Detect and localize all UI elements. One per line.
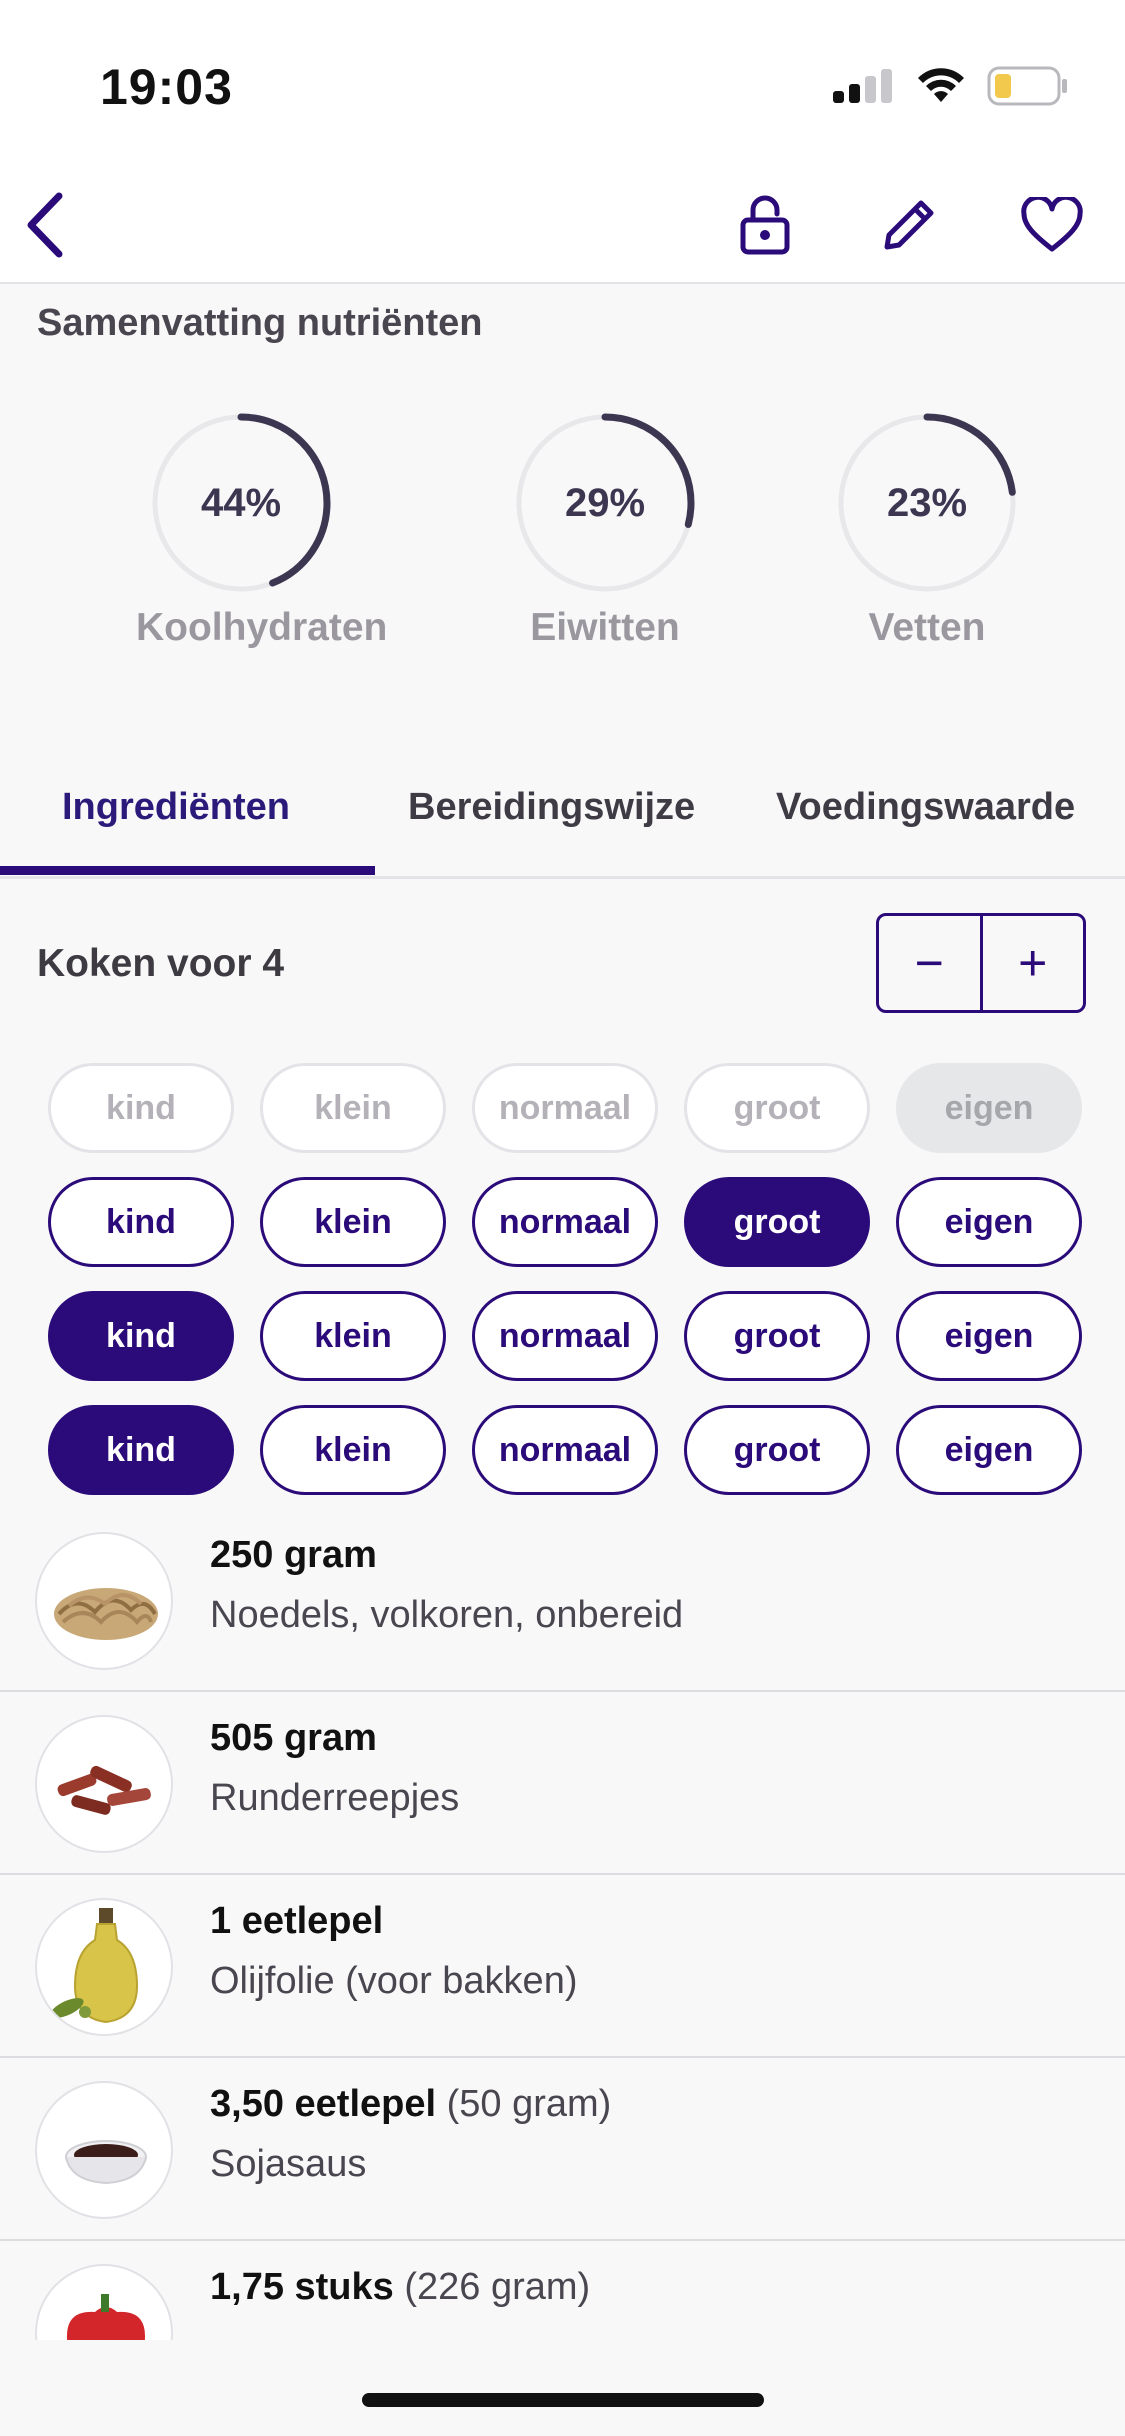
chevron-left-icon [23, 192, 67, 263]
ingredient-quantity: 3,50 eetlepel [210, 2083, 437, 2125]
ingredient-amount: 250 gram [210, 1534, 377, 1577]
ring-carbs-percent: 44% [200, 481, 282, 525]
ring-carbs: 44% Koolhydraten [136, 410, 388, 650]
noodles-image [35, 1532, 173, 1670]
portion-row-1: kind klein normaal groot eigen [48, 1063, 1082, 1153]
ingredient-name: Runderreepjes [210, 1777, 460, 1819]
heart-icon [1020, 194, 1084, 258]
ring-fat-percent: 23% [886, 481, 968, 525]
servings-stepper: − + [876, 913, 1086, 1013]
portion-option-groot[interactable]: groot [684, 1405, 870, 1495]
increase-servings-button[interactable]: + [979, 916, 1084, 1010]
portion-option-eigen[interactable]: eigen [896, 1405, 1082, 1495]
ingredient-amount: 1,75 stuks (226 gram) [210, 2266, 590, 2309]
portion-option-klein[interactable]: klein [260, 1405, 446, 1495]
servings-label: Koken voor 4 [37, 942, 285, 985]
ring-protein-label: Eiwitten [530, 606, 680, 649]
ingredient-name: Olijfolie (voor bakken) [210, 1960, 578, 2002]
ingredient-amount: 1 eetlepel [210, 1900, 383, 1943]
ingredient-row[interactable]: 1,75 stuks (226 gram) [0, 2240, 1125, 2340]
olive-oil-image [35, 1898, 173, 2036]
favorite-button[interactable] [1007, 182, 1097, 272]
portion-option-eigen[interactable]: eigen [896, 1063, 1082, 1153]
portion-option-normaal[interactable]: normaal [472, 1291, 658, 1381]
ring-protein: 29% Eiwitten [500, 410, 710, 650]
portion-option-normaal[interactable]: normaal [472, 1405, 658, 1495]
battery-icon [987, 66, 1069, 111]
portion-option-groot[interactable]: groot [684, 1063, 870, 1153]
pencil-icon [879, 195, 939, 260]
portion-row-3: kind klein normaal groot eigen [48, 1291, 1082, 1381]
status-time: 19:03 [100, 59, 233, 115]
lock-button[interactable] [720, 182, 810, 272]
portion-option-kind[interactable]: kind [48, 1291, 234, 1381]
ingredient-name: Noedels, volkoren, onbereid [210, 1594, 684, 1636]
tab-preparation[interactable]: Bereidingswijze [408, 786, 695, 829]
portion-option-normaal[interactable]: normaal [472, 1177, 658, 1267]
status-bar: 19:03 [0, 0, 1125, 170]
beef-strips-image [35, 1715, 173, 1853]
ingredient-name: Sojasaus [210, 2143, 367, 2185]
tab-ingredients[interactable]: Ingrediënten [62, 786, 290, 829]
portion-option-klein[interactable]: klein [260, 1177, 446, 1267]
ingredient-row[interactable]: 505 gram Runderreepjes [0, 1691, 1125, 1875]
back-button[interactable] [0, 182, 90, 272]
portion-option-kind[interactable]: kind [48, 1405, 234, 1495]
ring-protein-percent: 29% [564, 481, 646, 525]
portion-option-eigen[interactable]: eigen [896, 1177, 1082, 1267]
ingredient-quantity: 250 gram [210, 1534, 377, 1576]
ingredient-amount: 505 gram [210, 1717, 377, 1760]
lock-icon [739, 194, 791, 261]
ingredient-row[interactable]: 1 eetlepel Olijfolie (voor bakken) [0, 1874, 1125, 2058]
status-icons [833, 66, 1069, 111]
red-pepper-image [35, 2264, 173, 2340]
portion-option-groot[interactable]: groot [684, 1291, 870, 1381]
active-tab-indicator [0, 866, 375, 875]
ingredient-weight: (226 gram) [404, 2266, 591, 2308]
portion-option-eigen[interactable]: eigen [896, 1291, 1082, 1381]
portion-option-klein[interactable]: klein [260, 1291, 446, 1381]
ingredient-amount: 3,50 eetlepel (50 gram) [210, 2083, 611, 2126]
portion-row-4: kind klein normaal groot eigen [48, 1405, 1082, 1495]
ring-fat-label: Vetten [868, 606, 986, 649]
ingredient-quantity: 505 gram [210, 1717, 377, 1759]
home-indicator [362, 2393, 764, 2407]
ingredient-row[interactable]: 3,50 eetlepel (50 gram) Sojasaus [0, 2057, 1125, 2241]
portion-option-klein[interactable]: klein [260, 1063, 446, 1153]
ring-carbs-label: Koolhydraten [136, 606, 388, 649]
nutrient-summary-title: Samenvatting nutriënten [37, 302, 483, 344]
decrease-servings-button[interactable]: − [879, 916, 980, 1010]
portion-option-normaal[interactable]: normaal [472, 1063, 658, 1153]
soy-sauce-image [35, 2081, 173, 2219]
ingredient-quantity: 1,75 stuks [210, 2266, 394, 2308]
signal-icon [833, 69, 895, 108]
nutrient-rings: 44% Koolhydraten 29% Eiwitten 23% Vetten [0, 410, 1125, 690]
ring-fat: 23% Vetten [822, 410, 1032, 650]
portion-option-groot[interactable]: groot [684, 1177, 870, 1267]
wifi-icon [917, 68, 965, 109]
portion-option-kind[interactable]: kind [48, 1177, 234, 1267]
tab-nutrition[interactable]: Voedingswaarde [776, 786, 1075, 829]
portion-row-2: kind klein normaal groot eigen [48, 1177, 1082, 1267]
nav-bar [0, 170, 1125, 284]
ingredient-row[interactable]: 250 gram Noedels, volkoren, onbereid [0, 1508, 1125, 1692]
recipe-tabs: Ingrediënten Bereidingswijze Voedingswaa… [0, 760, 1125, 879]
edit-button[interactable] [864, 182, 954, 272]
portion-option-kind[interactable]: kind [48, 1063, 234, 1153]
ingredient-weight: (50 gram) [446, 2083, 612, 2125]
ingredient-quantity: 1 eetlepel [210, 1900, 384, 1942]
